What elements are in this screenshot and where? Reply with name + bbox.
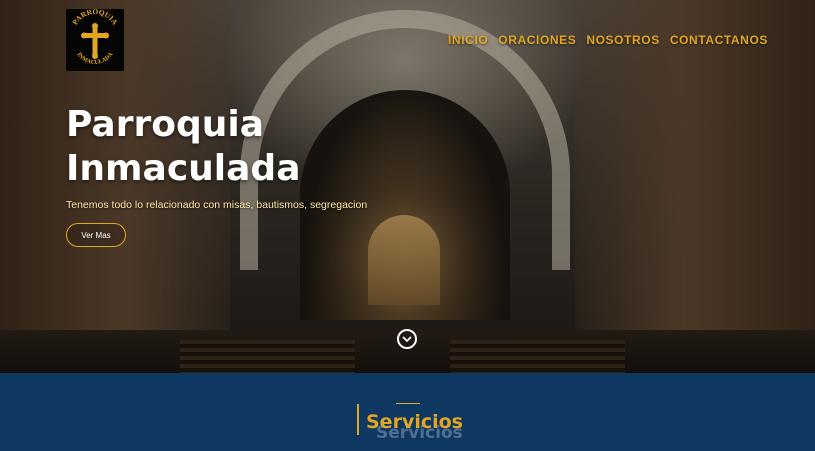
chevron-down-circle-icon: [402, 336, 412, 342]
hero-title: Parroquia Inmaculada: [66, 103, 386, 191]
parish-logo[interactable]: PARROQUIA INMACULADA: [66, 9, 124, 71]
scroll-down-button[interactable]: [397, 329, 417, 349]
nav-item-contactanos[interactable]: CONTACTANOS: [670, 33, 768, 47]
services-section: Servicios Servicios: [0, 373, 815, 451]
nav-item-nosotros[interactable]: NOSOTROS: [586, 33, 659, 47]
cross-icon: PARROQUIA INMACULADA: [70, 9, 120, 66]
hero-title-line1: Parroquia: [66, 104, 264, 145]
hero-title-line2: Inmaculada: [66, 148, 301, 189]
hero-subtitle: Tenemos todo lo relacionado con misas, b…: [66, 199, 368, 211]
services-title: Servicios: [366, 411, 463, 433]
nav-item-oraciones[interactable]: ORACIONES: [498, 33, 576, 47]
services-accent-line-left: [357, 404, 359, 435]
nav-item-inicio[interactable]: INICIO: [448, 33, 488, 47]
hero-section: PARROQUIA INMACULADA INICIO ORACIONES NO…: [0, 0, 815, 373]
main-nav: INICIO ORACIONES NOSOTROS CONTACTANOS: [448, 33, 768, 47]
ver-mas-button[interactable]: Ver Mas: [66, 223, 126, 247]
services-accent-line-top: [396, 403, 420, 404]
